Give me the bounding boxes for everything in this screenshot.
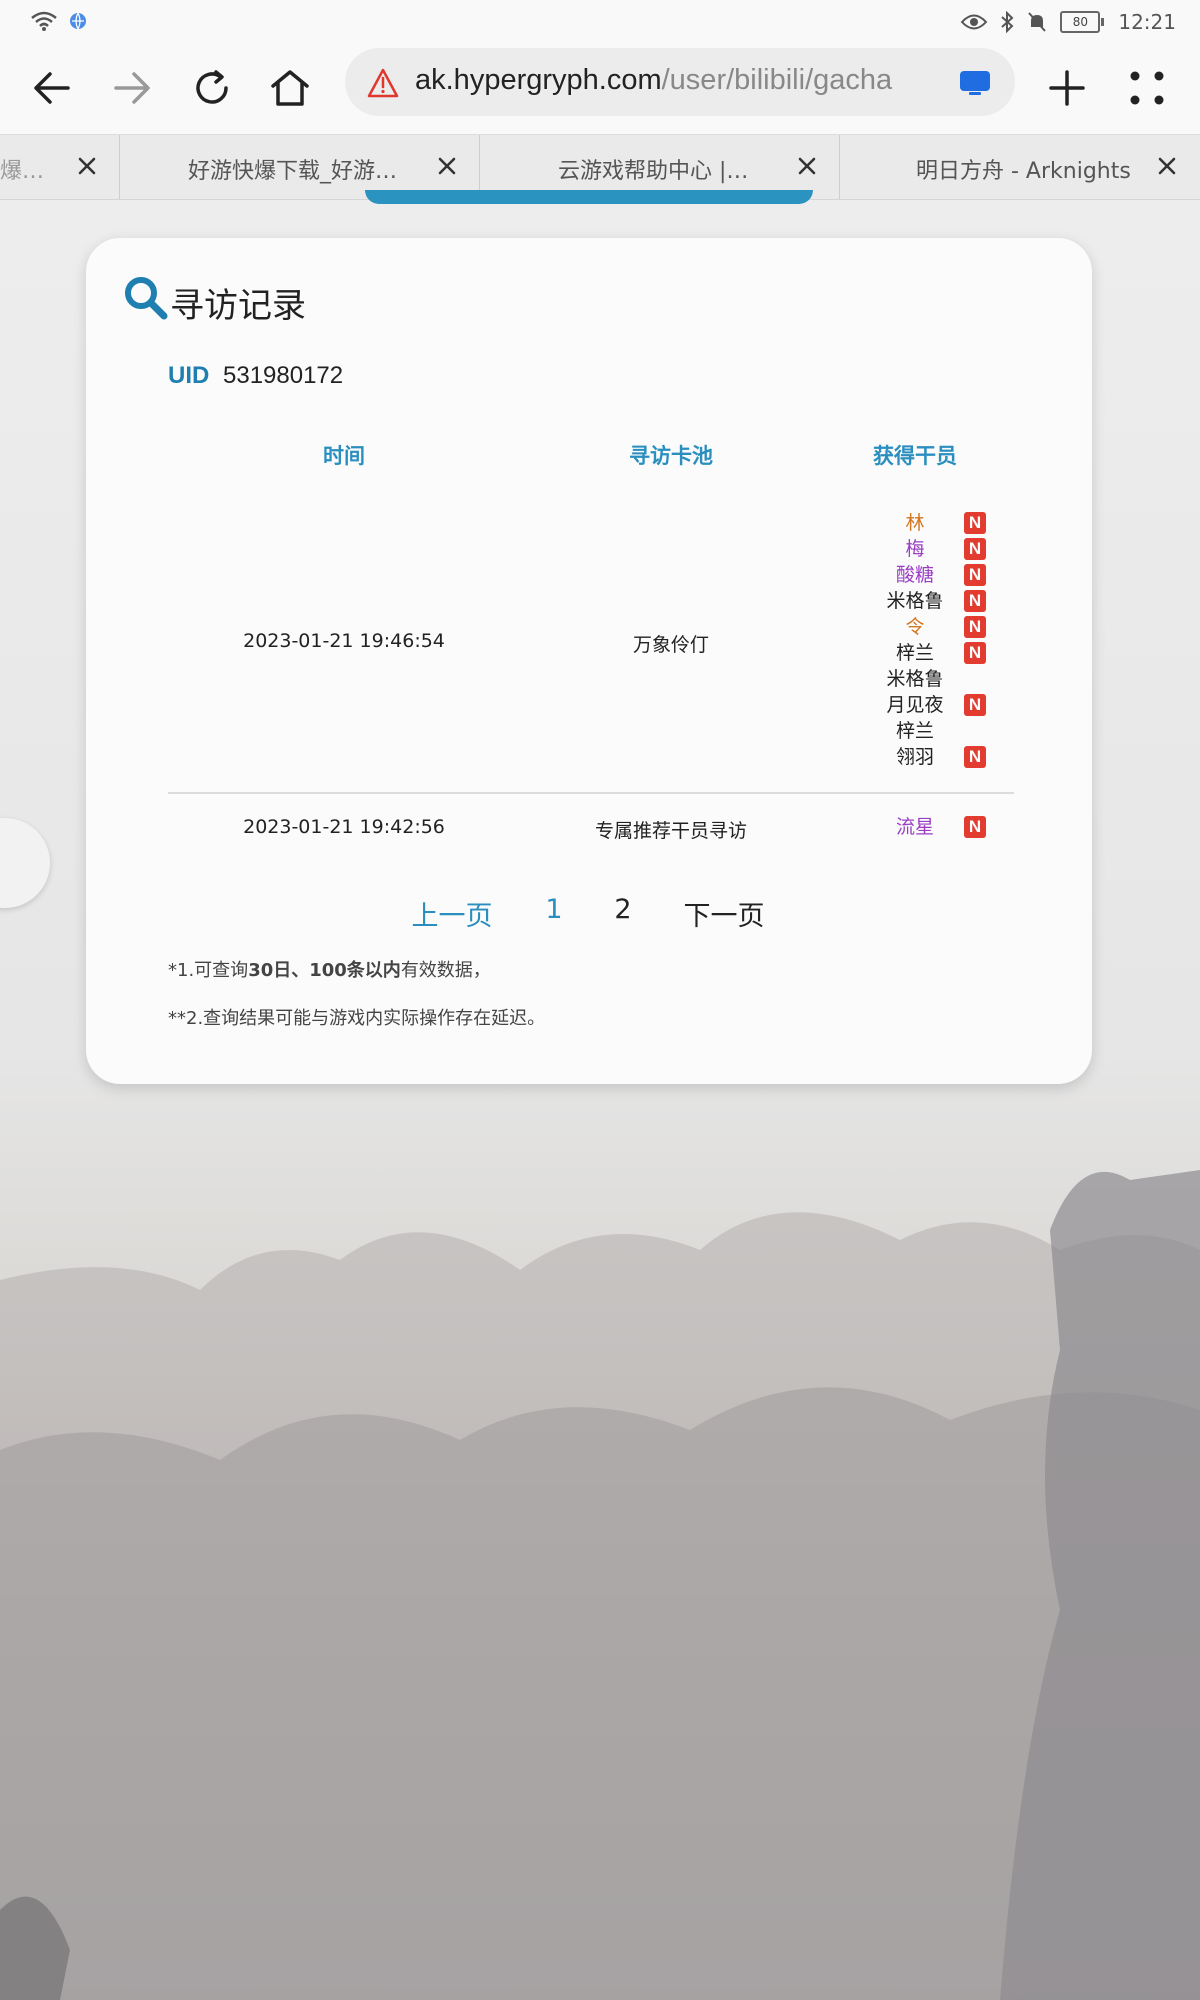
note-2: **2.查询结果可能与游戏内实际操作存在延迟。: [168, 1008, 546, 1029]
new-badge: N: [964, 694, 986, 716]
new-tab-button[interactable]: [1035, 56, 1099, 120]
operator-name: 令: [905, 616, 925, 638]
operator-name: 翎羽: [895, 746, 935, 768]
operator-name: 酸糖: [895, 564, 935, 586]
row-pool: 万象伶仃: [632, 634, 710, 656]
tab-title: 好游快爆下载_好游…: [188, 159, 398, 184]
tab-title: 明日方舟 - Arknights: [916, 159, 1131, 184]
column-header-time: 时间: [323, 444, 365, 468]
next-page-link[interactable]: 下一页: [684, 894, 765, 933]
row-time: 2023-01-21 19:46:54: [243, 630, 445, 652]
browser-toolbar: ak.hypergryph.com/user/bilibili/gacha: [0, 46, 1200, 134]
clock: 12:21: [1118, 10, 1176, 34]
gacha-record-card: 寻访记录 UID 531980172 时间 寻访卡池 获得干员 2023-01-…: [86, 238, 1092, 1084]
operator-name: 米格鲁: [886, 668, 944, 690]
page-1-link[interactable]: 1: [545, 894, 562, 925]
search-icon: [125, 277, 168, 320]
header-pill: [365, 190, 813, 204]
row-divider: [168, 792, 1014, 794]
operator-name: 梓兰: [895, 720, 935, 742]
tab-0[interactable]: 爆…: [0, 135, 120, 199]
browser-globe-icon: [70, 12, 86, 30]
column-header-pool: 寻访卡池: [629, 444, 713, 468]
bluetooth-icon: [1001, 11, 1014, 33]
back-button[interactable]: [20, 56, 84, 120]
background-clouds: [0, 1170, 1200, 2000]
column-header-operators: 获得干员: [873, 444, 957, 468]
new-badge: N: [964, 746, 986, 768]
address-bar[interactable]: ak.hypergryph.com/user/bilibili/gacha: [345, 48, 1015, 116]
home-icon: [271, 70, 309, 106]
cast-screen-icon[interactable]: [959, 70, 991, 96]
plus-icon: [1049, 70, 1085, 106]
tab-title: 爆…: [0, 159, 45, 184]
mute-bell-icon: [1028, 12, 1047, 32]
home-button[interactable]: [258, 56, 322, 120]
tab-3[interactable]: 明日方舟 - Arknights: [840, 135, 1200, 199]
status-bar: 80 12:21: [0, 0, 1200, 46]
operator-name: 梅: [905, 538, 925, 560]
url-path: /user/bilibili/gacha: [661, 64, 893, 96]
reload-button[interactable]: [180, 56, 244, 120]
arrow-right-icon: [114, 72, 150, 104]
close-icon[interactable]: [72, 151, 102, 181]
floating-action-button[interactable]: [0, 818, 50, 908]
tab-title: 云游戏帮助中心 |…: [558, 159, 749, 184]
uid-value: 531980172: [223, 362, 344, 389]
forward-button[interactable]: [100, 56, 164, 120]
operator-name: 梓兰: [895, 642, 935, 664]
row-time: 2023-01-21 19:42:56: [243, 816, 445, 838]
row-pool: 专属推荐干员寻访: [594, 820, 748, 842]
prev-page-link[interactable]: 上一页: [412, 894, 493, 933]
new-badge: N: [964, 538, 986, 560]
arrow-left-icon: [34, 72, 70, 104]
wifi-icon: [31, 11, 57, 31]
operator-name: 流星: [895, 816, 935, 838]
eye-icon: [960, 14, 988, 30]
close-icon[interactable]: [792, 151, 822, 181]
reload-icon: [196, 70, 228, 104]
dots-grid-icon: [1130, 71, 1164, 105]
note-1-emphasis: 30日、100条以内: [248, 960, 401, 981]
new-badge: N: [964, 512, 986, 534]
uid-label: UID: [168, 362, 210, 389]
new-badge: N: [964, 816, 986, 838]
new-badge: N: [964, 590, 986, 612]
page-title: 寻访记录: [170, 286, 306, 326]
close-icon[interactable]: [432, 151, 462, 181]
operator-name: 月见夜: [886, 694, 944, 716]
new-badge: N: [964, 564, 986, 586]
close-icon[interactable]: [1152, 151, 1182, 181]
new-badge: N: [964, 642, 986, 664]
url-text[interactable]: ak.hypergryph.com/user/bilibili/gacha: [415, 64, 905, 97]
url-domain: ak.hypergryph.com: [415, 64, 662, 96]
note-1: *1.可查询30日、100条以内有效数据，: [168, 956, 491, 982]
note-1-prefix: *1.可查询: [168, 960, 249, 981]
menu-button[interactable]: [1115, 56, 1179, 120]
warning-icon[interactable]: [367, 68, 399, 98]
battery-icon: 80: [1060, 11, 1105, 33]
operator-name: 林: [905, 512, 925, 534]
page-2-link[interactable]: 2: [614, 894, 631, 925]
note-1-suffix: 有效数据，: [400, 960, 491, 981]
operator-name: 米格鲁: [886, 590, 944, 612]
new-badge: N: [964, 616, 986, 638]
